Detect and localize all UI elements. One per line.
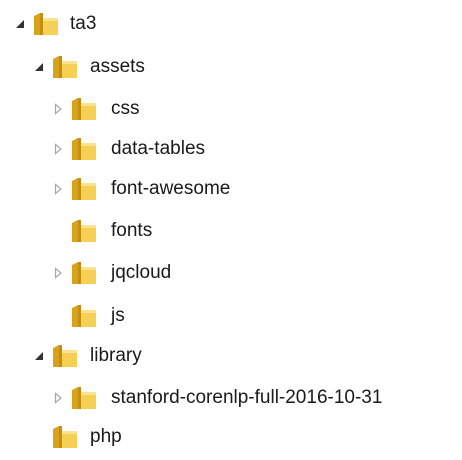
folder-icon — [50, 341, 80, 371]
tree-item-label: font-awesome — [111, 178, 231, 199]
tree-item-label: php — [90, 426, 122, 447]
tree-item-library[interactable]: library — [0, 335, 462, 377]
collapsed-arrow-icon[interactable] — [52, 183, 64, 195]
folder-icon — [31, 9, 61, 39]
folder-icon — [69, 216, 99, 246]
tree-item-label: jqcloud — [111, 262, 172, 283]
expanded-arrow-icon[interactable] — [33, 61, 45, 73]
tree-item-css[interactable]: css — [0, 88, 462, 130]
collapsed-arrow-icon[interactable] — [52, 392, 64, 404]
tree-item-label: ta3 — [70, 13, 97, 34]
tree-item-label: fonts — [111, 220, 153, 241]
folder-icon — [69, 174, 99, 204]
tree-item-stanford-corenlp[interactable]: stanford-corenlp-full-2016-10-31 — [0, 377, 462, 419]
folder-icon — [69, 134, 99, 164]
tree-item-label: library — [90, 345, 142, 366]
collapsed-arrow-icon[interactable] — [52, 143, 64, 155]
tree-item-fonts[interactable]: fonts — [0, 210, 462, 252]
expanded-arrow-icon[interactable] — [33, 350, 45, 362]
expanded-arrow-icon[interactable] — [14, 18, 26, 30]
tree-item-font-awesome[interactable]: font-awesome — [0, 168, 462, 210]
folder-tree: ta3 assets css data-tables font-awesome … — [0, 0, 462, 460]
folder-icon — [69, 258, 99, 288]
tree-item-label: assets — [90, 56, 145, 77]
tree-item-label: stanford-corenlp-full-2016-10-31 — [111, 387, 383, 408]
collapsed-arrow-icon[interactable] — [52, 267, 64, 279]
tree-item-php[interactable]: php — [0, 416, 462, 458]
folder-icon — [69, 383, 99, 413]
tree-item-label: css — [111, 98, 140, 119]
tree-item-ta3[interactable]: ta3 — [0, 3, 462, 45]
collapsed-arrow-icon[interactable] — [52, 103, 64, 115]
tree-item-js[interactable]: js — [0, 295, 462, 337]
tree-item-jqcloud[interactable]: jqcloud — [0, 252, 462, 294]
tree-item-data-tables[interactable]: data-tables — [0, 128, 462, 170]
folder-icon — [69, 94, 99, 124]
folder-icon — [69, 301, 99, 331]
folder-icon — [50, 422, 80, 452]
tree-item-label: data-tables — [111, 138, 206, 159]
tree-item-label: js — [111, 305, 125, 326]
tree-item-assets[interactable]: assets — [0, 46, 462, 88]
folder-icon — [50, 52, 80, 82]
